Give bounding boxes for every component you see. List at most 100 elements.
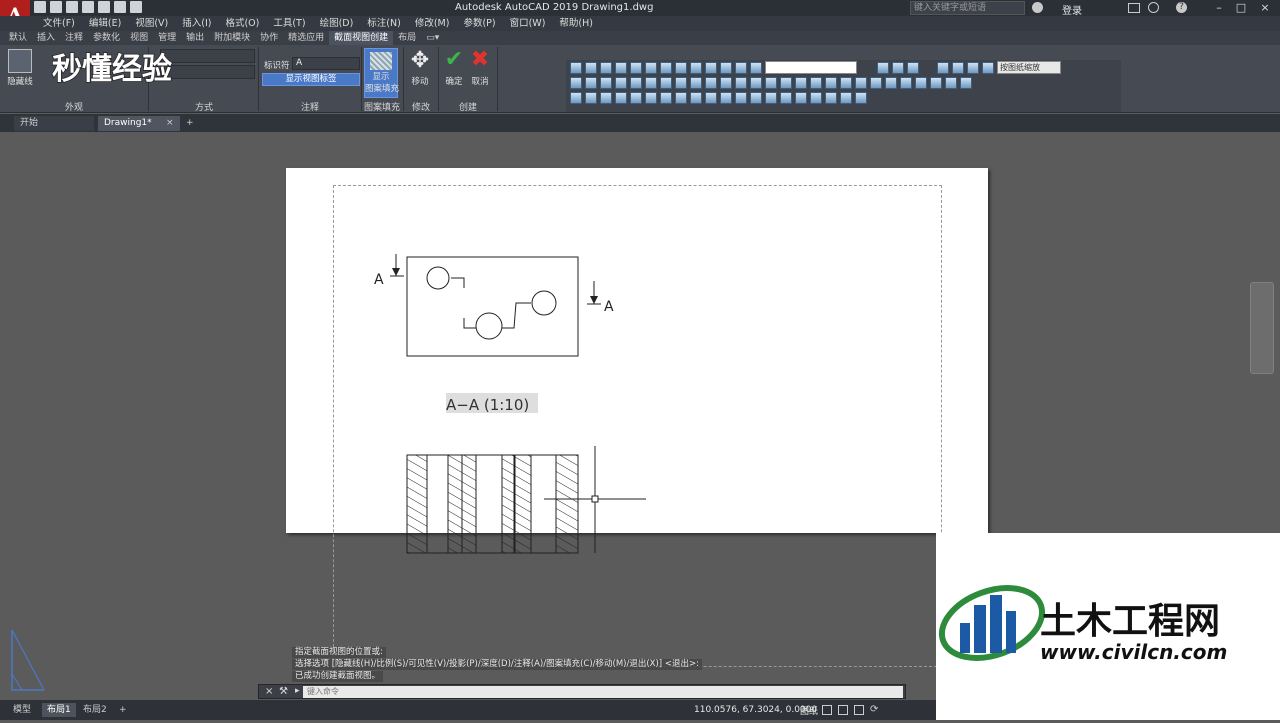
help-icon[interactable]: ?: [1176, 2, 1187, 13]
shell-icon[interactable]: [900, 76, 912, 89]
taper-faces-icon[interactable]: [645, 91, 657, 104]
color-faces-icon[interactable]: [675, 91, 687, 104]
tab-section-view-creation[interactable]: 截面视图创建: [329, 31, 394, 45]
cancel-icon[interactable]: ✖: [469, 49, 491, 71]
view-back-icon[interactable]: [660, 61, 672, 74]
login-link[interactable]: 登录: [1062, 2, 1082, 17]
viewport-scale-dropdown[interactable]: 按图纸缩放: [997, 61, 1061, 74]
save-as-icon[interactable]: [82, 1, 94, 13]
recent-commands-icon[interactable]: ▸: [295, 686, 300, 696]
solid-cylinder-icon[interactable]: [675, 76, 687, 89]
solid-box-icon[interactable]: [615, 76, 627, 89]
chamfer-edges-icon[interactable]: [735, 91, 747, 104]
ortho-icon[interactable]: [854, 705, 864, 715]
command-input[interactable]: 键入命令: [303, 686, 903, 698]
3d-array-icon[interactable]: [825, 91, 837, 104]
copy-edges-icon[interactable]: [690, 91, 702, 104]
sweep-icon[interactable]: [750, 76, 762, 89]
view-top-icon[interactable]: [585, 61, 597, 74]
move-button[interactable]: 移动: [406, 75, 434, 87]
move-icon[interactable]: ✥: [408, 49, 432, 73]
slice-icon[interactable]: [840, 76, 852, 89]
solid-pyramid-icon[interactable]: [705, 76, 717, 89]
cancel-button[interactable]: 取消: [467, 75, 493, 87]
iso-ne-icon[interactable]: [705, 61, 717, 74]
open-file-icon[interactable]: [50, 1, 62, 13]
close-tab-icon[interactable]: ×: [166, 118, 174, 128]
viewport-icon[interactable]: [822, 705, 832, 715]
copy-faces-icon[interactable]: [660, 91, 672, 104]
extrude-icon[interactable]: [720, 76, 732, 89]
offset-faces-icon[interactable]: [600, 91, 612, 104]
cart-icon[interactable]: [1128, 3, 1140, 13]
menu-draw[interactable]: 绘图(D): [313, 16, 361, 31]
hidden-line-button[interactable]: 隐藏线: [4, 75, 36, 87]
move-faces-icon[interactable]: [585, 91, 597, 104]
orbit-icon[interactable]: [877, 61, 889, 74]
viewport-single-icon[interactable]: [937, 61, 949, 74]
ok-button[interactable]: 确定: [441, 75, 467, 87]
presspull-icon[interactable]: [735, 76, 747, 89]
render-icon[interactable]: [570, 76, 582, 89]
interfere-icon[interactable]: [840, 91, 852, 104]
new-file-icon[interactable]: [34, 1, 46, 13]
union-icon[interactable]: [795, 76, 807, 89]
minimize-icon[interactable]: –: [1208, 1, 1230, 15]
solid-sphere-icon[interactable]: [660, 76, 672, 89]
revolve-icon[interactable]: [765, 76, 777, 89]
doc-tab-start[interactable]: 开始: [14, 116, 94, 131]
menu-tools[interactable]: 工具(T): [266, 16, 312, 31]
print-icon[interactable]: [98, 1, 110, 13]
snap-icon[interactable]: [838, 705, 848, 715]
close-command-icon[interactable]: ×: [265, 686, 273, 697]
3d-mirror-icon[interactable]: [810, 91, 822, 104]
camera-icon[interactable]: [735, 61, 747, 74]
thicken-icon[interactable]: [870, 76, 882, 89]
save-icon[interactable]: [66, 1, 78, 13]
tab-layout2[interactable]: 布局2: [78, 703, 112, 717]
undo-icon[interactable]: [114, 1, 126, 13]
view-bottom-icon[interactable]: [600, 61, 612, 74]
maximize-icon[interactable]: □: [1230, 1, 1252, 15]
check-icon[interactable]: [945, 76, 957, 89]
dim-style-dropdown[interactable]: [765, 61, 857, 74]
subtract-icon[interactable]: [810, 76, 822, 89]
search-input[interactable]: 键入关键字或短语: [910, 1, 1025, 15]
close-icon[interactable]: ×: [1254, 1, 1276, 15]
identifier-input[interactable]: A: [292, 57, 360, 70]
light-icon[interactable]: [585, 76, 597, 89]
fillet-edges-icon[interactable]: [720, 91, 732, 104]
free-orbit-icon[interactable]: [892, 61, 904, 74]
3d-scale-icon[interactable]: [780, 91, 792, 104]
imprint-icon[interactable]: [885, 76, 897, 89]
convert-solid-icon[interactable]: [855, 91, 867, 104]
redo-icon[interactable]: [130, 1, 142, 13]
continuous-orbit-icon[interactable]: [907, 61, 919, 74]
tab-collaborate[interactable]: 协作: [255, 31, 283, 45]
delete-faces-icon[interactable]: [615, 91, 627, 104]
new-tab-button[interactable]: +: [182, 116, 200, 131]
tab-layout[interactable]: 布局: [393, 31, 421, 45]
viewport-object-icon[interactable]: [967, 61, 979, 74]
3d-view-icon[interactable]: [570, 61, 582, 74]
menu-modify[interactable]: 修改(M): [408, 16, 457, 31]
3d-align-icon[interactable]: [795, 91, 807, 104]
solid-cone-icon[interactable]: [645, 76, 657, 89]
loft-icon[interactable]: [780, 76, 792, 89]
tab-output[interactable]: 输出: [181, 31, 209, 45]
tab-view[interactable]: 视图: [125, 31, 153, 45]
iso-sw-icon[interactable]: [675, 61, 687, 74]
intersect-icon[interactable]: [825, 76, 837, 89]
polar-icon[interactable]: ⟳: [870, 704, 878, 715]
menu-parametric[interactable]: 参数(P): [456, 16, 502, 31]
section-view-label[interactable]: A−A (1:10): [446, 396, 529, 414]
tab-default[interactable]: 默认: [4, 31, 32, 45]
3d-move-icon[interactable]: [750, 91, 762, 104]
menu-format[interactable]: 格式(O): [218, 16, 266, 31]
ribbon-toggle-icon[interactable]: ▭▾: [421, 31, 444, 45]
tab-layout1[interactable]: 布局1: [42, 703, 76, 717]
show-hatch-button[interactable]: 显示 图案填充: [364, 48, 399, 98]
extrude-faces-icon[interactable]: [570, 91, 582, 104]
menu-window[interactable]: 窗口(W): [503, 16, 553, 31]
view-left-icon[interactable]: [615, 61, 627, 74]
